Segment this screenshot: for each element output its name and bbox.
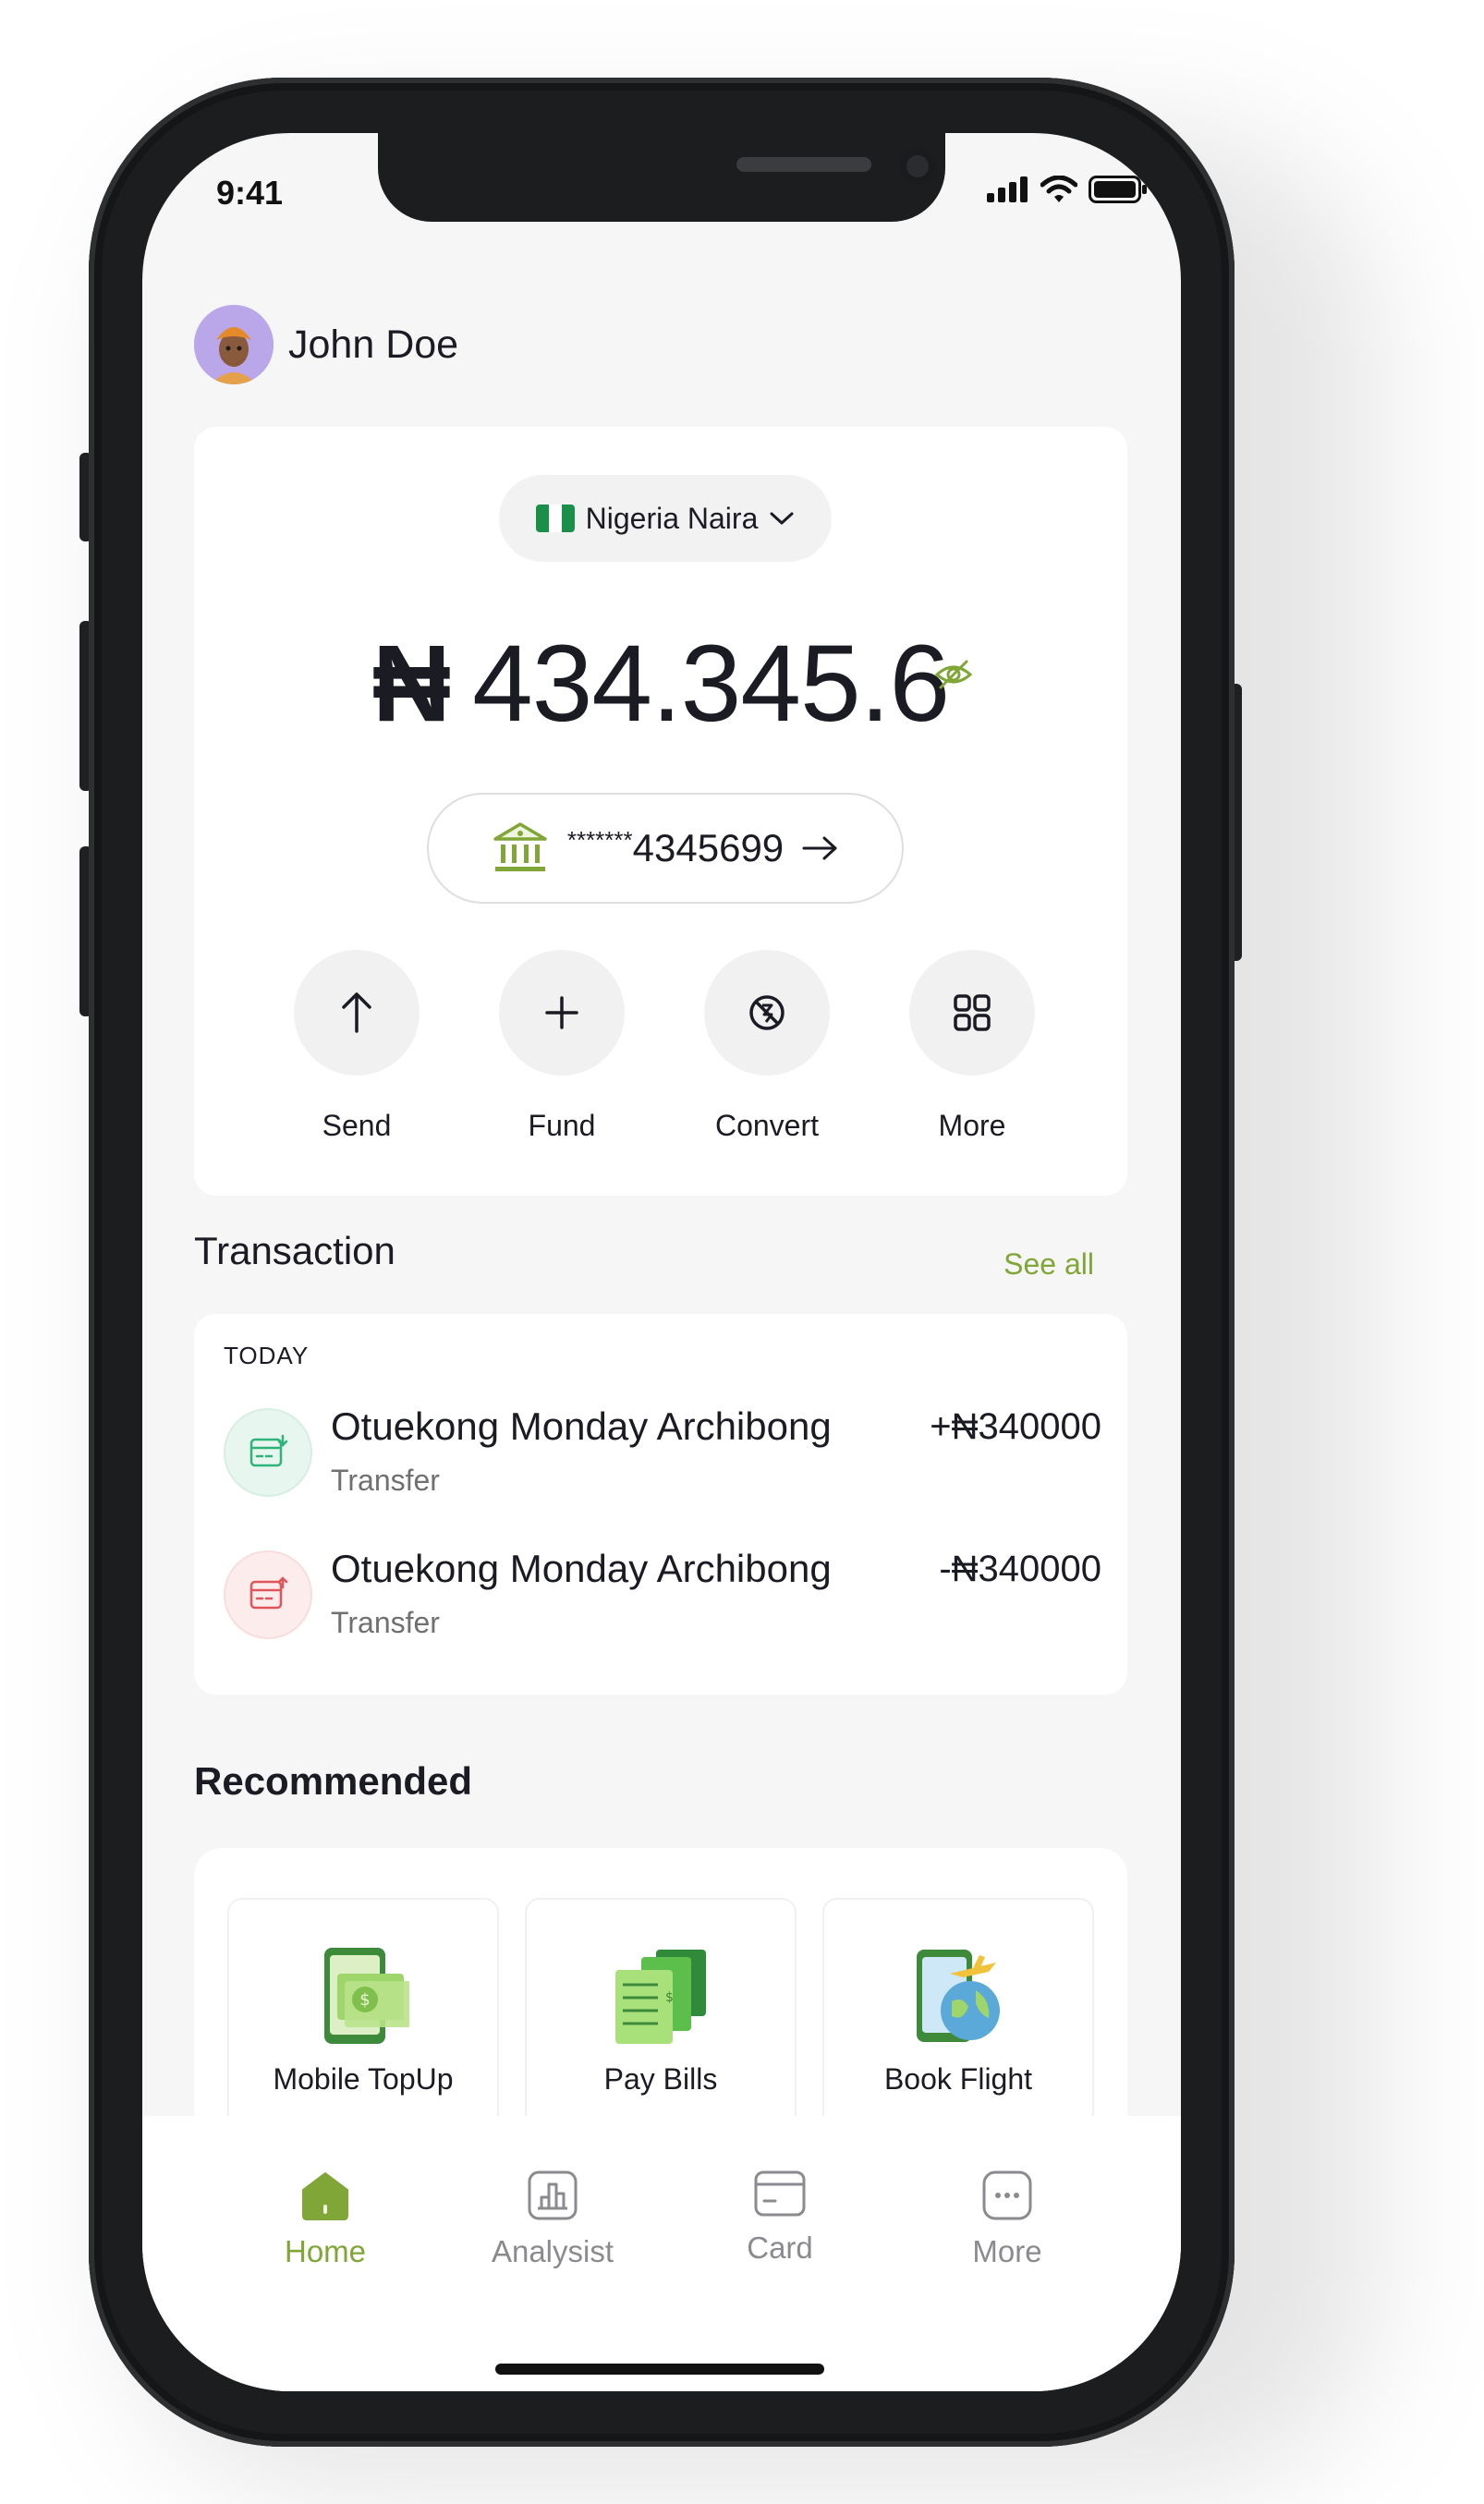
home-icon <box>302 2172 348 2220</box>
nav-card[interactable]: Card <box>678 2170 882 2266</box>
user-name: John Doe <box>288 322 459 367</box>
pay-bills-label: Pay Bills <box>603 2062 718 2096</box>
pay-bills-icon: $ <box>615 1950 706 2044</box>
convert-icon <box>749 995 785 1030</box>
fund-button[interactable] <box>499 950 625 1076</box>
quick-actions: Send Fund Convert More <box>294 950 1035 1143</box>
user-header[interactable]: John Doe <box>194 305 458 384</box>
send-action[interactable]: Send <box>294 950 420 1143</box>
nav-more[interactable]: More <box>906 2170 1109 2269</box>
avatar-face-icon <box>194 305 274 384</box>
mobile-topup-icon: $ <box>324 1948 409 2044</box>
nav-analysist[interactable]: Analysist <box>451 2170 654 2269</box>
bottom-nav: Home Analysist Card More <box>142 2116 1181 2391</box>
nav-more-label: More <box>972 2234 1042 2268</box>
transaction-row[interactable]: Otuekong Monday Archibong Transfer -₦340… <box>224 1547 1101 1648</box>
transaction-amount: -₦340000 <box>939 1549 1101 1589</box>
account-digits: 4345699 <box>632 826 785 869</box>
transactions-card: TODAY Otuekong Monday Archibong Transfer… <box>194 1314 1127 1695</box>
more-action[interactable]: More <box>909 950 1035 1143</box>
home-indicator <box>495 2364 824 2375</box>
arrow-up-icon <box>342 992 371 1033</box>
transaction-section-title: Transaction <box>194 1229 395 1272</box>
currency-symbol: ₦ <box>371 623 451 745</box>
see-all-link[interactable]: See all <box>1004 1247 1094 1282</box>
transaction-type: Transfer <box>331 1606 440 1639</box>
signal-icon <box>987 176 1028 202</box>
svg-text:$: $ <box>665 1990 674 2005</box>
phone-screen: 9:41 John Doe Nigeria Naira ₦ 434.345.6 … <box>142 133 1181 2391</box>
currency-label: Nigeria Naira <box>585 501 759 535</box>
status-icons <box>987 176 1148 203</box>
transaction-name: Otuekong Monday Archibong <box>331 1404 832 1448</box>
bank-icon <box>493 822 547 871</box>
status-time: 9:41 <box>216 174 284 212</box>
fund-action[interactable]: Fund <box>499 950 625 1143</box>
nav-card-label: Card <box>747 2231 813 2265</box>
nav-home[interactable]: Home <box>224 2170 427 2269</box>
chevron-down-icon <box>770 512 794 525</box>
transaction-type: Transfer <box>331 1464 440 1497</box>
more-label: More <box>938 1109 1006 1142</box>
balance-amount: ₦ 434.345.6 <box>194 621 1127 747</box>
grid-icon <box>954 994 991 1031</box>
recommended-section-title: Recommended <box>194 1759 473 1803</box>
balance-value: 434.345.6 <box>472 623 950 745</box>
arrow-right-icon <box>802 836 837 860</box>
hide-balance-eye-icon[interactable] <box>933 654 974 695</box>
speaker <box>736 157 871 172</box>
account-mask: ******* <box>566 826 633 854</box>
nav-home-label: Home <box>284 2234 367 2268</box>
chart-icon <box>528 2170 578 2220</box>
send-label: Send <box>322 1109 392 1142</box>
svg-text:$: $ <box>359 1990 370 2010</box>
expense-transfer-icon <box>224 1550 312 1639</box>
transaction-name: Otuekong Monday Archibong <box>331 1547 832 1590</box>
more-dots-icon <box>982 2170 1032 2220</box>
account-number: *******4345699 <box>567 826 784 870</box>
book-flight-label: Book Flight <box>883 2062 1033 2096</box>
notch <box>378 133 945 222</box>
convert-action[interactable]: Convert <box>704 950 830 1143</box>
transaction-amount: +₦340000 <box>930 1406 1101 1447</box>
date-group-label: TODAY <box>224 1342 310 1369</box>
send-button[interactable] <box>294 950 420 1076</box>
income-transfer-icon <box>224 1408 312 1497</box>
device-mockup: 9:41 John Doe Nigeria Naira ₦ 434.345.6 … <box>0 0 1484 2504</box>
avatar[interactable] <box>194 305 274 384</box>
plus-icon <box>545 996 578 1029</box>
balance-card: Nigeria Naira ₦ 434.345.6 *******4345699… <box>194 427 1127 1196</box>
nigeria-flag-icon <box>535 504 575 532</box>
book-flight-icon <box>917 1950 1000 2042</box>
convert-label: Convert <box>714 1109 820 1142</box>
battery-icon <box>1089 176 1147 203</box>
fund-label: Fund <box>528 1109 596 1142</box>
camera <box>899 148 936 185</box>
currency-selector[interactable]: Nigeria Naira <box>499 475 832 562</box>
more-button[interactable] <box>909 950 1035 1076</box>
transaction-row[interactable]: Otuekong Monday Archibong Transfer +₦340… <box>224 1404 1101 1506</box>
nav-analysist-label: Analysist <box>491 2234 614 2268</box>
card-icon <box>754 2170 806 2217</box>
mobile-topup-label: Mobile TopUp <box>273 2062 454 2096</box>
wifi-icon <box>1040 176 1077 202</box>
account-number-pill[interactable]: *******4345699 <box>427 793 904 904</box>
convert-button[interactable] <box>704 950 830 1076</box>
